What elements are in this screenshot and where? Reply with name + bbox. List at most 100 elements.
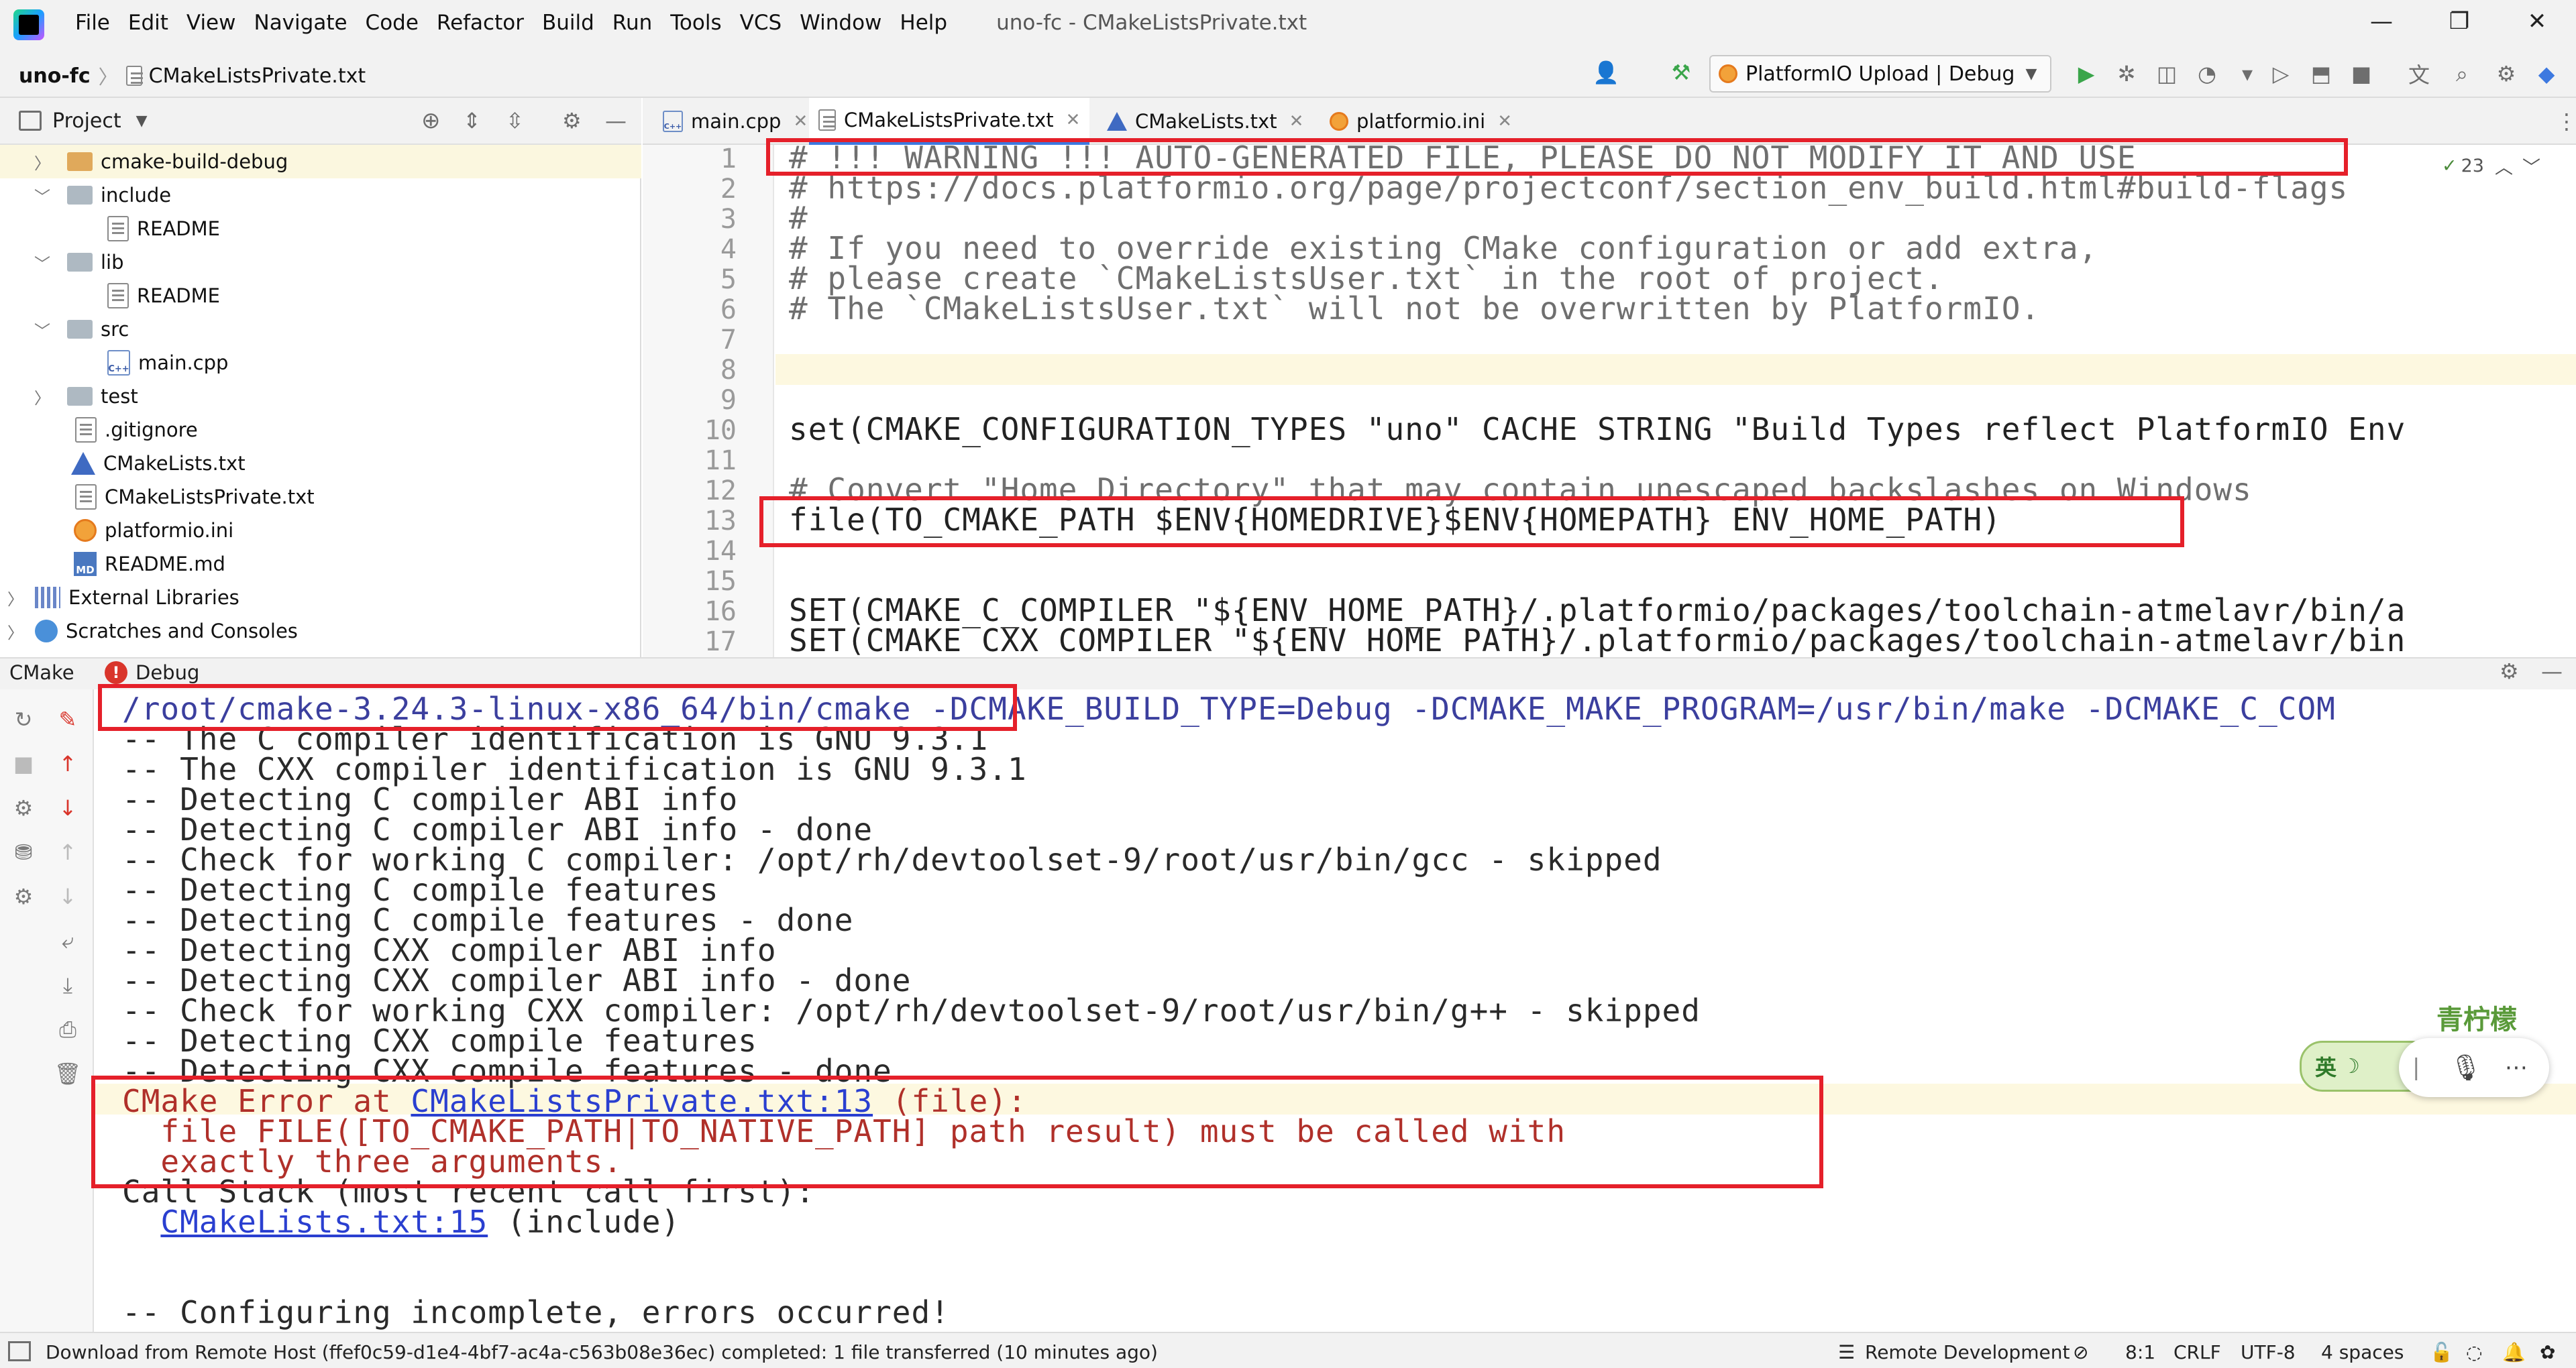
run-icon[interactable]: ▶	[2073, 60, 2100, 87]
tree-item-include[interactable]: ﹀ include	[0, 178, 641, 212]
menu-window[interactable]: Window	[800, 11, 881, 35]
settings-icon[interactable]: ⚙	[9, 882, 38, 911]
indent-setting[interactable]: 4 spaces	[2321, 1341, 2404, 1363]
tree-item-lib[interactable]: ﹀ lib	[0, 245, 641, 279]
tree-item-lib-readme[interactable]: README	[0, 279, 641, 312]
search-icon[interactable]: ⌕	[2449, 60, 2475, 87]
arrow-up-icon[interactable]: ↑	[54, 750, 82, 778]
translate-icon[interactable]: 文	[2406, 60, 2432, 88]
stop-icon[interactable]: ■	[2348, 60, 2375, 87]
more-options-icon[interactable]: ⋯	[2505, 1054, 2528, 1081]
tree-item-platformio-ini[interactable]: platformio.ini	[0, 514, 641, 547]
tab-cmake[interactable]: CMake	[9, 661, 74, 684]
menu-vcs[interactable]: VCS	[740, 11, 782, 35]
close-icon[interactable]: ✕	[2517, 8, 2557, 35]
locate-icon[interactable]: ⊕	[421, 107, 441, 134]
build-hammer-icon[interactable]: ⚒	[1668, 59, 1695, 86]
print-icon[interactable]: ⎙	[54, 1015, 82, 1043]
voice-input-widget[interactable]: | 🎙 ⋯	[2399, 1038, 2549, 1097]
tree-item-test[interactable]: 〉 test	[0, 380, 641, 413]
trash-icon[interactable]: 🗑	[54, 1060, 82, 1088]
toggle-tool-windows-icon[interactable]	[8, 1341, 31, 1361]
clear-icon[interactable]: ✎	[54, 705, 82, 734]
memory-icon[interactable]: ◌	[2466, 1341, 2482, 1363]
menu-build[interactable]: Build	[542, 11, 594, 35]
restore-icon[interactable]: ❐	[2439, 8, 2479, 35]
user-icon[interactable]: 👤	[1593, 59, 1619, 86]
menu-edit[interactable]: Edit	[128, 11, 168, 35]
menu-help[interactable]: Help	[900, 11, 947, 35]
scroll-to-end-icon[interactable]: ⤓	[54, 971, 82, 999]
close-tab-icon[interactable]: ✕	[1066, 110, 1081, 130]
resume-icon[interactable]: ▷	[2267, 60, 2294, 87]
close-tab-icon[interactable]: ✕	[1289, 111, 1304, 131]
panel-settings-icon[interactable]: ⚙	[2500, 659, 2519, 684]
panel-settings-icon[interactable]: ⚙	[562, 108, 582, 133]
collapse-all-icon[interactable]: ⇳	[506, 108, 524, 133]
breadcrumb-file[interactable]: CMakeListsPrivate.txt	[149, 64, 366, 88]
tab-debug[interactable]: Debug	[136, 661, 199, 684]
run-configuration-selector[interactable]: PlatformIO Upload | Debug ▼	[1709, 55, 2051, 93]
chevron-right-icon[interactable]: 〉	[32, 385, 52, 408]
profile-icon[interactable]: ◔	[2194, 60, 2220, 87]
chevron-up-icon[interactable]: ︿	[2495, 153, 2513, 179]
lock-icon[interactable]: 🔓	[2430, 1341, 2453, 1363]
chevron-down-icon[interactable]: ﹀	[32, 251, 52, 274]
menu-run[interactable]: Run	[612, 11, 652, 35]
inspection-widget[interactable]: ✓ 23 ︿ ﹀	[2442, 153, 2540, 179]
chevron-down-icon[interactable]: ▼	[136, 113, 148, 129]
jetbrains-toolbox-icon[interactable]: ◆	[2533, 60, 2560, 87]
line-separator[interactable]: CRLF	[2174, 1341, 2221, 1363]
close-tab-icon[interactable]: ✕	[1497, 111, 1512, 131]
plugin-icon[interactable]: ✿	[2540, 1341, 2555, 1363]
chevron-down-icon[interactable]: ﹀	[2522, 153, 2540, 179]
chevron-down-icon[interactable]: ﹀	[32, 184, 52, 207]
cache-icon[interactable]: ⛃	[9, 838, 38, 866]
tree-item-gitignore[interactable]: .gitignore	[0, 413, 641, 447]
tree-item-external-libraries[interactable]: 〉 External Libraries	[0, 581, 641, 614]
chevron-right-icon[interactable]: 〉	[5, 586, 25, 610]
drag-handle-icon[interactable]: |	[2412, 1054, 2420, 1081]
project-panel-title[interactable]: Project	[52, 109, 121, 133]
tree-item-cmakelistsprivate[interactable]: CMakeListsPrivate.txt	[0, 480, 641, 514]
chevron-down-icon[interactable]: ﹀	[32, 318, 52, 341]
hide-panel-icon[interactable]: —	[2541, 659, 2563, 684]
previous-icon[interactable]: ↑	[54, 838, 82, 866]
menu-view[interactable]: View	[186, 11, 236, 35]
menu-navigate[interactable]: Navigate	[254, 11, 347, 35]
file-encoding[interactable]: UTF-8	[2241, 1341, 2296, 1363]
tree-item-src[interactable]: ﹀ src	[0, 312, 641, 346]
tree-item-scratches[interactable]: 〉 Scratches and Consoles	[0, 614, 641, 648]
more-run-icon[interactable]: ▾	[2234, 60, 2261, 87]
chevron-right-icon[interactable]: 〉	[5, 620, 25, 643]
cmake-settings-icon[interactable]: ⚙	[9, 794, 38, 822]
next-icon[interactable]: ↓	[54, 882, 82, 911]
minimize-icon[interactable]: —	[2361, 8, 2402, 35]
coverage-icon[interactable]: ◫	[2153, 60, 2180, 87]
code-editor[interactable]	[775, 145, 2576, 657]
tree-item-main-cpp[interactable]: C++ main.cpp	[0, 346, 641, 380]
tree-item-cmakelists[interactable]: CMakeLists.txt	[0, 447, 641, 480]
no-connection-icon[interactable]: ⊘	[2073, 1341, 2088, 1363]
reload-icon[interactable]: ↻	[9, 705, 38, 734]
attach-icon[interactable]: ⬒	[2308, 60, 2334, 87]
tree-item-readme-md[interactable]: MD README.md	[0, 547, 641, 581]
menu-tools[interactable]: Tools	[670, 11, 721, 35]
arrow-down-icon[interactable]: ↓	[54, 794, 82, 822]
close-tab-icon[interactable]: ✕	[793, 111, 808, 131]
menu-refactor[interactable]: Refactor	[437, 11, 524, 35]
settings-gear-icon[interactable]: ⚙	[2493, 60, 2520, 87]
debug-icon[interactable]: ✲	[2113, 60, 2140, 87]
expand-all-icon[interactable]: ⇕	[463, 108, 481, 133]
tree-item-cmake-build-debug[interactable]: 〉 cmake-build-debug	[0, 145, 641, 178]
breadcrumb-project[interactable]: uno-fc	[19, 64, 91, 88]
more-tabs-icon[interactable]: ⋮	[2556, 109, 2576, 134]
caret-position[interactable]: 8:1	[2125, 1341, 2155, 1363]
menu-code[interactable]: Code	[366, 11, 419, 35]
status-message[interactable]: Download from Remote Host (ffef0c59-d1e4…	[46, 1341, 1158, 1363]
chevron-right-icon[interactable]: 〉	[32, 150, 52, 174]
hide-panel-icon[interactable]: —	[605, 108, 627, 133]
notifications-icon[interactable]: 🔔	[2502, 1341, 2526, 1363]
stop-icon[interactable]: ■	[9, 750, 38, 778]
menu-file[interactable]: File	[75, 11, 110, 35]
